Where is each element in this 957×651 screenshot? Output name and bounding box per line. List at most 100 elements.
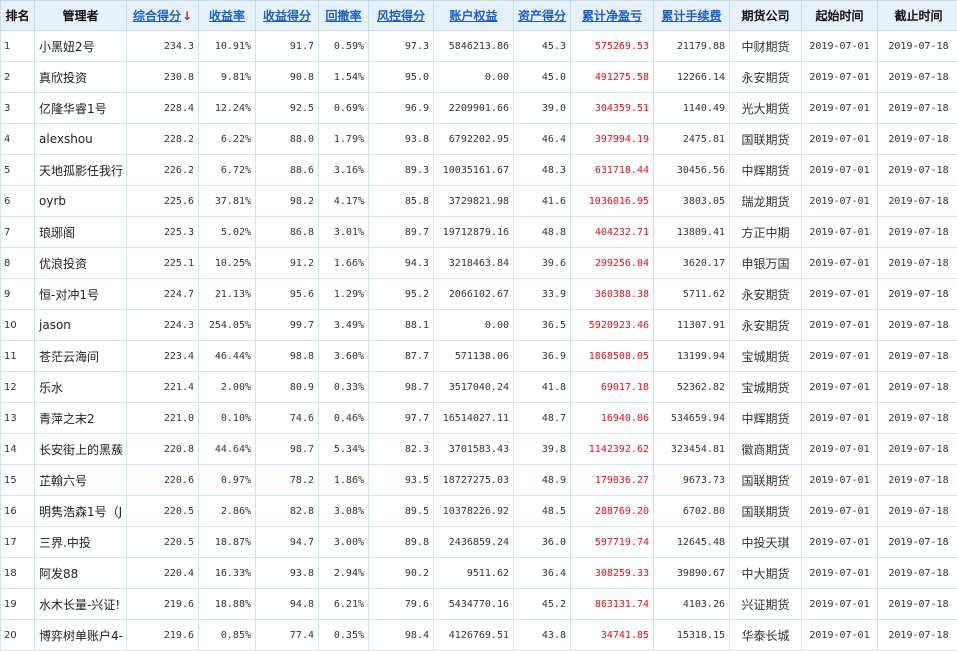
cell-net-pnl: 304359.51 [571,93,654,124]
column-header-drawdown-rate[interactable]: 回撤率 [319,1,369,31]
column-header-label: 截止时间 [894,9,942,23]
table-row: 1小黑妞2号234.310.91%91.70.59%97.35846213.86… [1,31,957,62]
cell-risk-score: 89.5 [369,496,434,527]
column-header-label: 排名 [5,9,29,23]
cell-futures-company: 中投天琪 [730,527,802,558]
cell-account-equity: 10378226.92 [434,496,514,527]
cell-asset-score: 48.9 [514,465,571,496]
cell-end-time: 2019-07-18 [878,558,957,589]
cell-asset-score: 45.3 [514,31,571,62]
cell-end-time: 2019-07-18 [878,589,957,620]
cell-net-pnl: 288769.20 [571,496,654,527]
cell-futures-company: 申银万国 [730,248,802,279]
ranking-table: 排名管理者综合得分↓收益率收益得分回撤率风控得分账户权益资产得分累计净盈亏累计手… [0,0,957,651]
cell-drawdown-rate: 6.21% [319,589,369,620]
cell-asset-score: 41.6 [514,186,571,217]
cell-futures-company: 国联期货 [730,496,802,527]
cell-return-score: 86.8 [256,217,319,248]
column-header-label: 资产得分 [518,9,566,23]
table-row: 16明隽浩森1号（J220.52.86%82.83.08%89.51037822… [1,496,957,527]
cell-drawdown-rate: 3.08% [319,496,369,527]
cell-fees: 11307.91 [654,310,730,341]
cell-fees: 6702.80 [654,496,730,527]
cell-fees: 13199.94 [654,341,730,372]
table-body: 1小黑妞2号234.310.91%91.70.59%97.35846213.86… [1,31,957,651]
cell-asset-score: 36.0 [514,527,571,558]
cell-net-pnl: 34741.85 [571,620,654,651]
column-header-overall-score[interactable]: 综合得分↓ [127,1,199,31]
column-header-net-pnl[interactable]: 累计净盈亏 [571,1,654,31]
cell-manager: 小黑妞2号 [35,31,127,62]
cell-return-rate: 6.22% [199,124,256,155]
cell-return-rate: 0.10% [199,403,256,434]
cell-fees: 12645.48 [654,527,730,558]
cell-manager: 芷翰六号 [35,465,127,496]
cell-drawdown-rate: 3.00% [319,527,369,558]
cell-net-pnl: 491275.58 [571,62,654,93]
cell-manager: 长安街上的黑蔟 [35,434,127,465]
cell-asset-score: 48.5 [514,496,571,527]
column-header-risk-score[interactable]: 风控得分 [369,1,434,31]
cell-return-rate: 5.02% [199,217,256,248]
cell-end-time: 2019-07-18 [878,341,957,372]
table-row: 6oyrb225.637.81%98.24.17%85.83729821.984… [1,186,957,217]
cell-overall-score: 228.2 [127,124,199,155]
column-header-return-score[interactable]: 收益得分 [256,1,319,31]
column-header-label: 收益得分 [263,9,311,23]
cell-return-score: 91.2 [256,248,319,279]
cell-manager: oyrb [35,186,127,217]
cell-fees: 323454.81 [654,434,730,465]
cell-start-time: 2019-07-01 [802,310,878,341]
cell-asset-score: 36.4 [514,558,571,589]
cell-return-score: 80.9 [256,372,319,403]
cell-asset-score: 39.0 [514,93,571,124]
column-header-fees[interactable]: 累计手续费 [654,1,730,31]
column-header-futures-company: 期货公司 [730,1,802,31]
cell-return-rate: 10.91% [199,31,256,62]
cell-futures-company: 永安期货 [730,279,802,310]
cell-fees: 2475.81 [654,124,730,155]
column-header-asset-score[interactable]: 资产得分 [514,1,571,31]
cell-drawdown-rate: 2.94% [319,558,369,589]
cell-drawdown-rate: 3.60% [319,341,369,372]
cell-risk-score: 90.2 [369,558,434,589]
cell-asset-score: 43.8 [514,620,571,651]
cell-start-time: 2019-07-01 [802,93,878,124]
cell-drawdown-rate: 0.33% [319,372,369,403]
cell-fees: 4103.26 [654,589,730,620]
cell-return-rate: 9.81% [199,62,256,93]
cell-start-time: 2019-07-01 [802,341,878,372]
cell-return-rate: 16.33% [199,558,256,589]
cell-manager: 天地孤影任我行 [35,155,127,186]
cell-futures-company: 光大期货 [730,93,802,124]
cell-fees: 534659.94 [654,403,730,434]
table-row: 2真欣投资230.89.81%90.81.54%95.00.0045.04912… [1,62,957,93]
column-header-label: 收益率 [209,9,245,23]
cell-end-time: 2019-07-18 [878,620,957,651]
column-header-return-rate[interactable]: 收益率 [199,1,256,31]
cell-net-pnl: 360388.38 [571,279,654,310]
column-header-label: 账户权益 [449,9,497,23]
cell-return-rate: 46.44% [199,341,256,372]
cell-manager: 博弈树单账户4- [35,620,127,651]
cell-net-pnl: 597719.74 [571,527,654,558]
column-header-account-equity[interactable]: 账户权益 [434,1,514,31]
table-row: 17三界.中投220.518.87%94.73.00%89.82436859.2… [1,527,957,558]
cell-account-equity: 19712879.16 [434,217,514,248]
cell-return-score: 91.7 [256,31,319,62]
cell-fees: 52362.82 [654,372,730,403]
cell-asset-score: 39.8 [514,434,571,465]
cell-manager: 三界.中投 [35,527,127,558]
cell-start-time: 2019-07-01 [802,620,878,651]
cell-drawdown-rate: 3.49% [319,310,369,341]
cell-overall-score: 219.6 [127,589,199,620]
column-header-rank: 排名 [1,1,35,31]
cell-overall-score: 234.3 [127,31,199,62]
cell-fees: 39890.67 [654,558,730,589]
cell-account-equity: 2209901.66 [434,93,514,124]
cell-manager: 苍茫云海间 [35,341,127,372]
cell-overall-score: 219.6 [127,620,199,651]
cell-overall-score: 220.4 [127,558,199,589]
cell-overall-score: 221.0 [127,403,199,434]
column-header-label: 累计手续费 [661,9,721,23]
